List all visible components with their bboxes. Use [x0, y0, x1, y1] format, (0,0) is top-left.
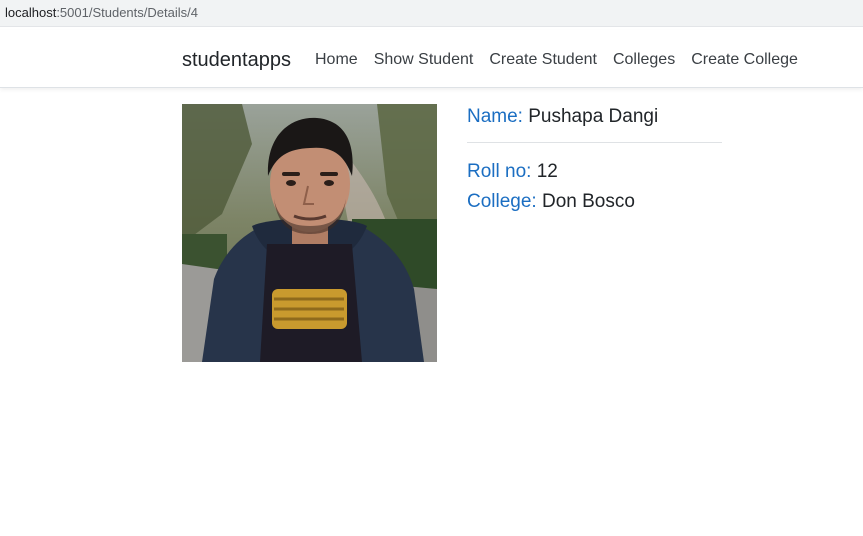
nav-link-show-student[interactable]: Show Student	[374, 51, 474, 71]
details-divider	[467, 142, 722, 143]
student-photo-image	[182, 104, 437, 362]
college-value: Don Bosco	[542, 191, 635, 212]
college-row: College: Don Bosco	[467, 190, 635, 214]
nav-links: Home Show Student Create Student College…	[315, 51, 798, 71]
name-row: Name: Pushapa Dangi	[467, 105, 658, 129]
nav-link-create-student[interactable]: Create Student	[489, 51, 597, 71]
roll-row: Roll no: 12	[467, 160, 558, 184]
url-path: :5001/Students/Details/4	[56, 5, 198, 20]
nav-link-colleges[interactable]: Colleges	[613, 51, 675, 71]
nav-link-create-college[interactable]: Create College	[691, 51, 798, 71]
brand-link[interactable]: studentapps	[182, 49, 291, 71]
url-text[interactable]: localhost:5001/Students/Details/4	[5, 5, 198, 21]
nav-link-home[interactable]: Home	[315, 51, 358, 71]
browser-address-bar[interactable]: localhost:5001/Students/Details/4	[0, 0, 863, 27]
name-value: Pushapa Dangi	[528, 106, 659, 127]
name-label: Name:	[467, 106, 523, 127]
student-photo	[182, 104, 437, 362]
college-label: College:	[467, 191, 537, 212]
url-host: localhost	[5, 5, 57, 20]
roll-value: 12	[536, 161, 558, 182]
roll-label: Roll no:	[467, 161, 532, 182]
top-navbar: studentapps Home Show Student Create Stu…	[0, 30, 863, 88]
